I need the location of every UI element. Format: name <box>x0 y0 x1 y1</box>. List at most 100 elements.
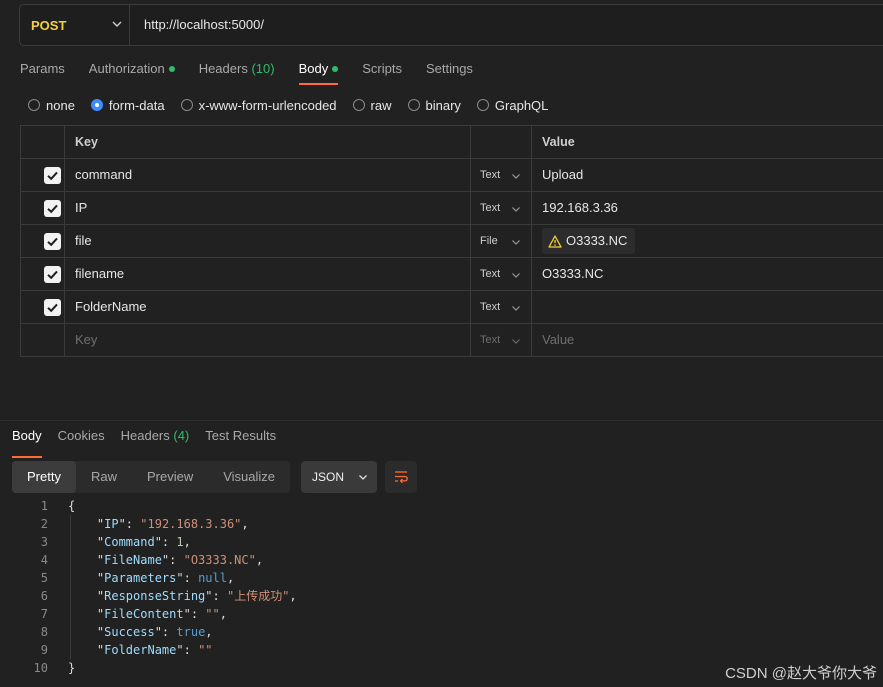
type-select[interactable]: Text <box>471 324 532 356</box>
key-cell[interactable]: command <box>65 159 471 191</box>
radio-label: form-data <box>108 97 165 113</box>
table-row: command Text Upload <box>20 159 883 192</box>
code-text: "Command": 1, <box>68 535 191 549</box>
row-checkbox[interactable] <box>44 266 61 283</box>
json-value: "192.168.3.36" <box>140 517 242 531</box>
value-cell[interactable]: 192.168.3.36 <box>532 192 883 224</box>
json-value: 1 <box>176 535 184 549</box>
tab-label: Test Results <box>205 428 277 443</box>
row-checkbox[interactable] <box>44 200 61 217</box>
file-chip[interactable]: O3333.NC <box>542 228 636 254</box>
value-cell[interactable]: O3333.NC <box>532 258 883 290</box>
row-checkbox[interactable] <box>44 299 61 316</box>
radio-graphql[interactable]: GraphQL <box>476 97 549 113</box>
tab-count-badge: (4) <box>173 428 190 443</box>
type-label: Text <box>480 169 501 181</box>
format-select[interactable]: JSON <box>301 461 377 493</box>
radio-binary[interactable]: binary <box>407 98 461 113</box>
key-column-header: Key <box>65 126 471 158</box>
radio-label: GraphQL <box>494 97 549 113</box>
json-value: "O3333.NC" <box>183 553 256 567</box>
tab-settings[interactable]: Settings <box>426 60 473 88</box>
response-tab-test-results[interactable]: Test Results <box>205 428 276 452</box>
row-enable-cell <box>21 258 65 290</box>
value-cell[interactable] <box>532 291 883 323</box>
response-tab-body[interactable]: Body <box>12 428 42 458</box>
status-dot <box>332 65 339 72</box>
row-checkbox[interactable] <box>44 233 61 250</box>
radio-x-www-form-urlencoded[interactable]: x-www-form-urlencoded <box>180 98 337 113</box>
value-cell[interactable]: Upload <box>532 159 883 191</box>
checkmark-icon <box>47 204 58 214</box>
method-label: POST <box>31 17 67 33</box>
form-data-table: Key Value command Text Upload IP Text 192.168… <box>20 125 883 357</box>
new-row: Key Text Value <box>20 324 883 357</box>
status-dot <box>168 65 175 72</box>
type-select[interactable]: Text <box>471 159 532 191</box>
code-text: "FileName": "O3333.NC", <box>68 553 264 567</box>
table-row: file File O3333.NC <box>20 225 883 258</box>
code-line: 8 "Success": true, <box>0 623 883 641</box>
code-text: "Parameters": null, <box>68 571 235 585</box>
url-input[interactable]: http://localhost:5000/ <box>144 5 264 45</box>
view-preview-button[interactable]: Preview <box>132 461 208 493</box>
type-select[interactable]: Text <box>471 258 532 290</box>
format-label: JSON <box>312 470 345 484</box>
view-pretty-button[interactable]: Pretty <box>12 461 76 493</box>
new-value-input[interactable]: Value <box>532 324 883 356</box>
pane-divider[interactable] <box>0 420 883 421</box>
type-label: Text <box>480 301 501 313</box>
type-select[interactable]: File <box>471 225 532 257</box>
key-cell[interactable]: IP <box>65 192 471 224</box>
response-tab-cookies[interactable]: Cookies <box>58 428 105 452</box>
type-label: Text <box>480 334 501 346</box>
row-enable-cell <box>21 225 65 257</box>
code-text: { <box>68 497 75 515</box>
tab-label: Scripts <box>362 61 402 76</box>
method-select[interactable]: POST <box>20 5 130 45</box>
radio-form-data[interactable]: form-data <box>90 97 165 113</box>
tab-count-badge: (10) <box>251 61 275 76</box>
tab-params[interactable]: Params <box>20 60 65 88</box>
value-cell[interactable]: O3333.NC <box>532 225 883 257</box>
code-text: } <box>68 659 75 677</box>
code-line: 7 "FileContent": "", <box>0 605 883 623</box>
key-cell[interactable]: FolderName <box>65 291 471 323</box>
radio-circle-icon <box>407 99 420 111</box>
checkmark-icon <box>47 270 58 280</box>
tab-label: Body <box>12 428 42 443</box>
key-cell[interactable]: filename <box>65 258 471 290</box>
row-checkbox[interactable] <box>44 167 61 184</box>
key-cell[interactable]: file <box>65 225 471 257</box>
json-key: IP <box>104 517 119 531</box>
json-brace: { <box>68 499 76 513</box>
response-tab-headers[interactable]: Headers (4) <box>121 428 190 452</box>
radio-none[interactable]: none <box>28 98 75 113</box>
type-select[interactable]: Text <box>471 291 532 323</box>
radio-raw[interactable]: raw <box>352 98 392 113</box>
json-value: true <box>176 625 206 639</box>
json-key: FileContent <box>104 607 184 621</box>
code-line: 1{ <box>0 497 883 515</box>
response-code[interactable]: 1{2 "IP": "192.168.3.36", 3 "Command": 1,… <box>0 497 883 677</box>
chevron-down-icon <box>112 21 122 27</box>
checkmark-icon <box>47 303 58 313</box>
json-value: null <box>198 571 227 585</box>
tab-body[interactable]: Body <box>298 60 339 88</box>
tab-headers[interactable]: Headers (10) <box>199 60 275 88</box>
wrap-lines-button[interactable] <box>385 461 417 493</box>
table-row: IP Text 192.168.3.36 <box>20 192 883 225</box>
json-key: Command <box>104 535 155 549</box>
new-key-input[interactable]: Key <box>65 324 471 356</box>
view-raw-button[interactable]: Raw <box>76 461 132 493</box>
view-visualize-button[interactable]: Visualize <box>208 461 290 493</box>
table-row: filename Text O3333.NC <box>20 258 883 291</box>
line-number: 6 <box>40 589 48 603</box>
type-select[interactable]: Text <box>471 192 532 224</box>
type-label: Text <box>480 202 501 214</box>
wrap-lines-icon <box>395 471 408 484</box>
code-line: 4 "FileName": "O3333.NC", <box>0 551 883 569</box>
tab-scripts[interactable]: Scripts <box>362 60 402 88</box>
tab-authorization[interactable]: Authorization <box>89 60 175 88</box>
warning-icon <box>548 234 562 248</box>
